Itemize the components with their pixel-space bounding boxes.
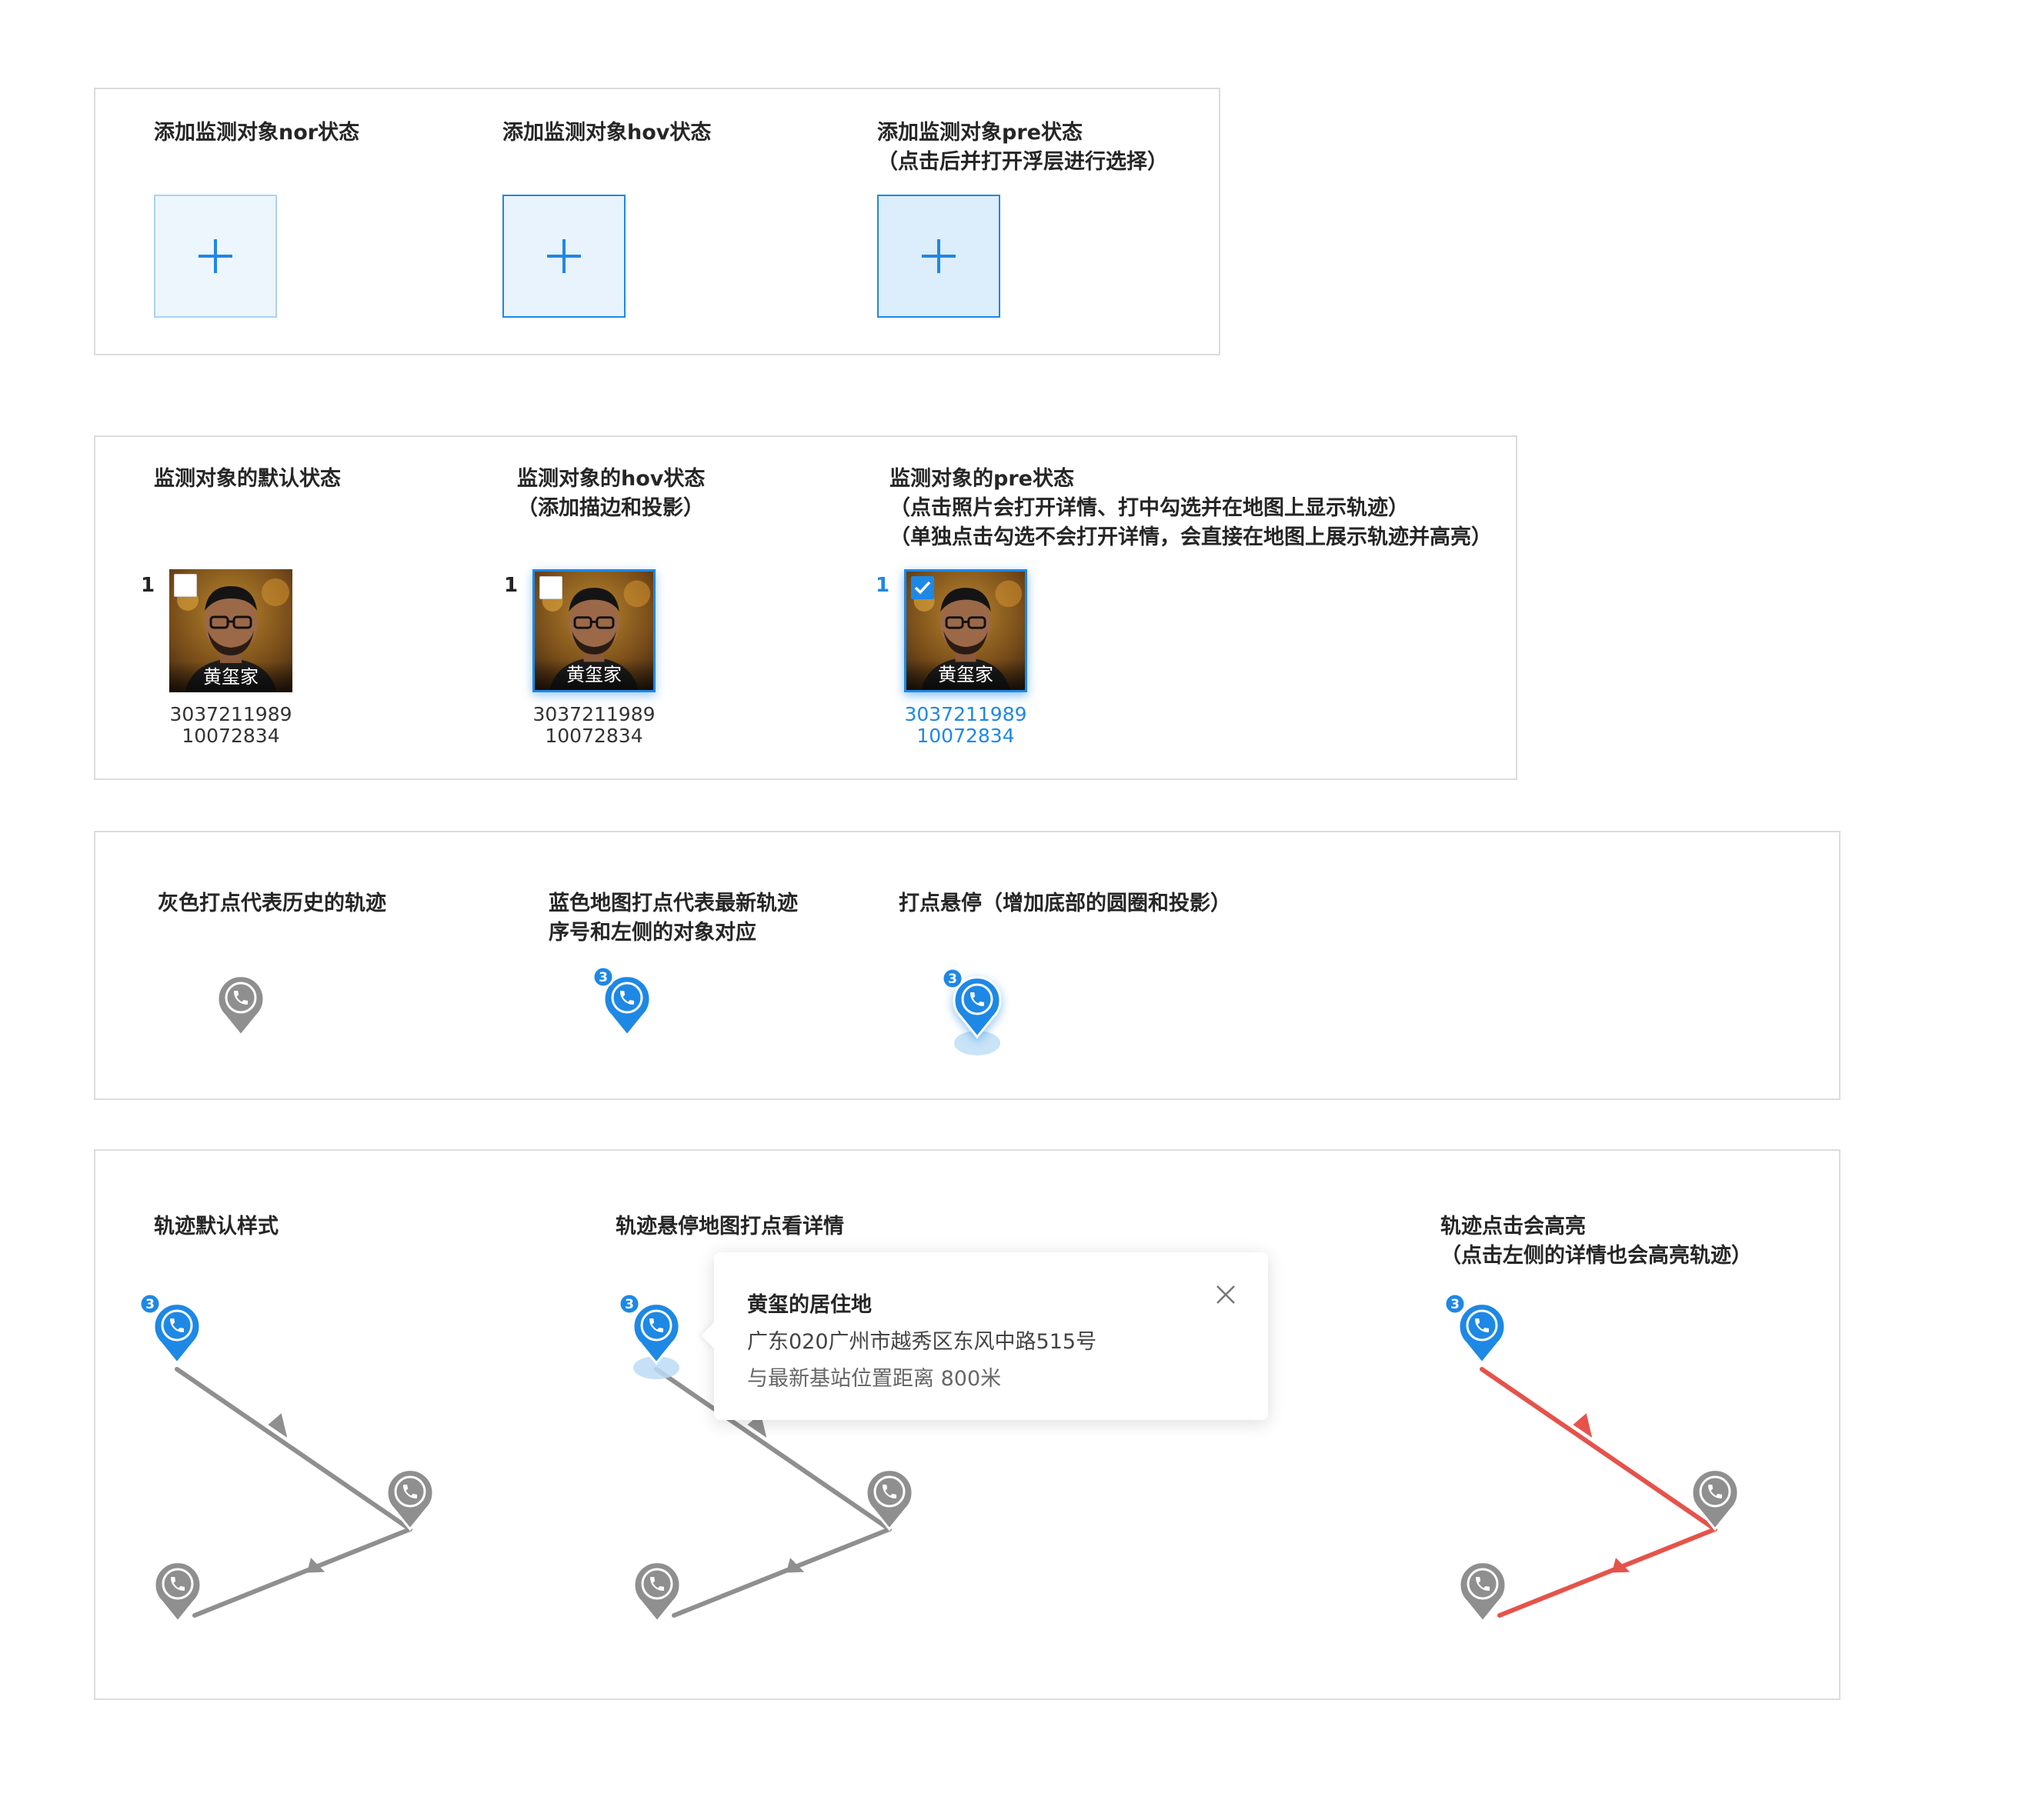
gray-phone-marker bbox=[153, 1561, 202, 1624]
blue-phone-marker: 3 bbox=[1443, 1292, 1507, 1365]
track-segment bbox=[1497, 1527, 1717, 1618]
marker-badge-number: 3 bbox=[948, 972, 957, 987]
track-click-label: 轨迹点击会高亮 （点击左侧的详情也会高亮轨迹） bbox=[1440, 1212, 1752, 1271]
track-default-label: 轨迹默认样式 bbox=[154, 1215, 279, 1238]
add-pre-label-line1: 添加监测对象pre状态 bbox=[877, 121, 1083, 145]
plus-icon bbox=[922, 239, 956, 273]
object-default-label: 监测对象的默认状态 bbox=[154, 467, 341, 491]
object-hov-label: 监测对象的hov状态 （添加描边和投影） bbox=[517, 465, 705, 523]
track-highlighted[interactable]: 3 bbox=[1436, 1285, 1759, 1638]
marker-badge-number: 3 bbox=[625, 1297, 634, 1312]
object-pre-label-line3: （单独点击勾选不会打开详情，会直接在地图上展示轨迹并高亮） bbox=[889, 525, 1492, 549]
gray-phone-marker[interactable] bbox=[214, 971, 268, 1037]
track-segment bbox=[175, 1367, 412, 1532]
track-default[interactable]: 3 bbox=[131, 1285, 454, 1638]
location-tooltip: 黄玺的居住地 广东020广州市越秀区东风中路515号 与最新基站位置距离 800… bbox=[701, 1252, 1268, 1420]
object-photo[interactable]: 黄玺家 bbox=[169, 569, 292, 692]
blue-marker-label-line2: 序号和左侧的对象对应 bbox=[549, 921, 756, 945]
plus-icon bbox=[547, 239, 581, 273]
blue-phone-marker-hover[interactable]: 3 bbox=[940, 966, 1010, 1058]
object-id-line2: 10072834 bbox=[182, 725, 280, 747]
close-icon[interactable] bbox=[1214, 1283, 1237, 1306]
checkmark-icon bbox=[914, 581, 931, 595]
object-pre-label: 监测对象的pre状态 （点击照片会打开详情、打中勾选并在地图上显示轨迹） （单独… bbox=[889, 465, 1492, 552]
object-id-line2: 10072834 bbox=[916, 725, 1015, 747]
object-pre-label-line2: （点击照片会打开详情、打中勾选并在地图上显示轨迹） bbox=[889, 496, 1409, 520]
object-photo[interactable]: 黄玺家 bbox=[904, 569, 1027, 692]
gray-marker-label: 灰色打点代表历史的轨迹 bbox=[158, 892, 386, 915]
blue-marker-label-line1: 蓝色地图打点代表最新轨迹 bbox=[549, 892, 798, 915]
add-pre-label: 添加监测对象pre状态 （点击后并打开浮层进行选择） bbox=[877, 118, 1168, 177]
add-object-button-nor[interactable] bbox=[154, 195, 277, 318]
gray-phone-marker bbox=[1458, 1561, 1507, 1624]
track-segment bbox=[192, 1527, 412, 1618]
object-checkbox[interactable] bbox=[539, 576, 562, 599]
blue-phone-marker[interactable]: 3 bbox=[592, 966, 654, 1037]
object-id-line2: 10072834 bbox=[545, 725, 643, 747]
object-checkbox-checked[interactable] bbox=[911, 576, 934, 599]
tooltip-address: 广东020广州市越秀区东风中路515号 bbox=[747, 1330, 1097, 1354]
track-segment bbox=[672, 1527, 892, 1618]
plus-icon bbox=[199, 239, 232, 273]
object-name: 黄玺家 bbox=[906, 659, 1025, 690]
marker-badge-number: 3 bbox=[1450, 1297, 1460, 1312]
add-hov-label: 添加监测对象hov状态 bbox=[502, 121, 712, 145]
track-segment bbox=[1480, 1367, 1717, 1532]
object-id-line1: 3037211989 bbox=[169, 703, 292, 725]
object-hov-label-line1: 监测对象的hov状态 bbox=[517, 467, 706, 491]
blue-marker-label: 蓝色地图打点代表最新轨迹 序号和左侧的对象对应 bbox=[549, 889, 798, 948]
object-card-pre: 1 黄玺家 3037211989 10072834 bbox=[876, 569, 1091, 777]
object-name: 黄玺家 bbox=[169, 662, 292, 692]
blue-phone-marker-hover: 3 bbox=[618, 1292, 681, 1379]
object-card-default: 1 黄玺家 3037211989 10072834 bbox=[141, 569, 356, 777]
marker-badge-number: 3 bbox=[145, 1297, 155, 1312]
object-checkbox[interactable] bbox=[174, 574, 197, 597]
tooltip-distance: 与最新基站位置距离 800米 bbox=[747, 1367, 1002, 1391]
marker-badge-number: 3 bbox=[599, 970, 608, 985]
track-hover-label: 轨迹悬停地图打点看详情 bbox=[616, 1215, 844, 1238]
track-click-label-line1: 轨迹点击会高亮 bbox=[1440, 1215, 1586, 1238]
object-index: 1 bbox=[504, 574, 519, 597]
track-click-label-line2: （点击左侧的详情也会高亮轨迹） bbox=[1440, 1244, 1752, 1268]
object-pre-label-line1: 监测对象的pre状态 bbox=[889, 467, 1074, 491]
add-object-button-pre[interactable] bbox=[877, 195, 1000, 318]
object-name: 黄玺家 bbox=[535, 659, 653, 690]
tooltip-title: 黄玺的居住地 bbox=[747, 1293, 872, 1317]
gray-phone-marker bbox=[632, 1561, 682, 1624]
add-pre-label-line2: （点击后并打开浮层进行选择） bbox=[877, 150, 1168, 174]
add-nor-label: 添加监测对象nor状态 bbox=[154, 121, 360, 145]
object-index: 1 bbox=[141, 574, 155, 597]
object-id-line1: 3037211989 bbox=[904, 703, 1027, 725]
blue-phone-marker: 3 bbox=[138, 1292, 202, 1365]
object-id-line1: 3037211989 bbox=[532, 703, 656, 725]
add-object-button-hov[interactable] bbox=[502, 195, 626, 318]
object-hov-label-line2: （添加描边和投影） bbox=[517, 496, 704, 520]
object-photo[interactable]: 黄玺家 bbox=[532, 569, 656, 692]
hover-marker-label: 打点悬停（增加底部的圆圈和投影） bbox=[899, 892, 1231, 915]
marker-states-panel bbox=[94, 831, 1840, 1100]
object-card-hov: 1 黄玺家 3037211989 10072834 bbox=[504, 569, 719, 777]
object-index: 1 bbox=[876, 574, 890, 597]
